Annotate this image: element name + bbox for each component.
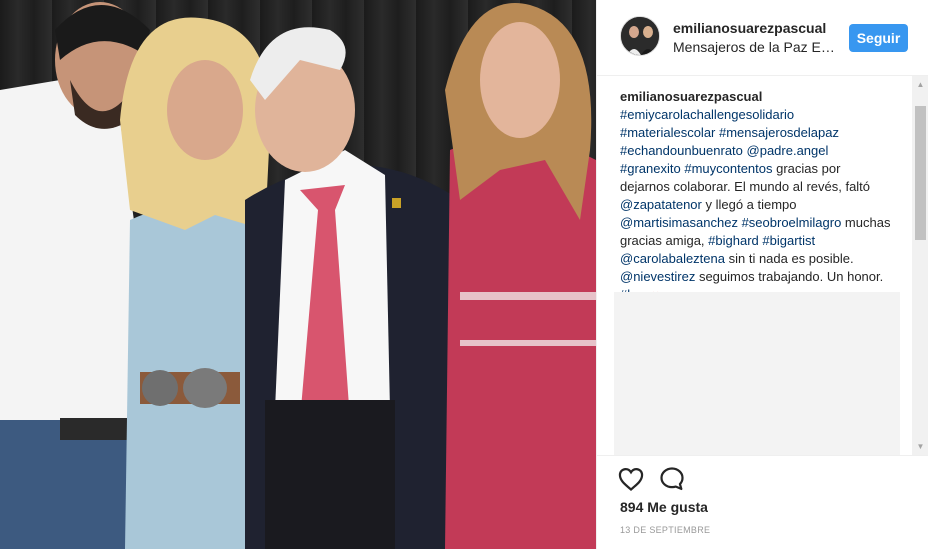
caption-text-segment: y llegó a tiempo (701, 197, 797, 212)
caption-tag-link[interactable]: #granexito (620, 161, 681, 176)
likes-count[interactable]: 894 Me gusta (620, 499, 708, 515)
post-header: emilianosuarezpascual Mensajeros de la P… (597, 0, 928, 76)
caption-text: #emiycarolachallengesolidario #materiale… (620, 107, 890, 302)
comments-placeholder (614, 292, 900, 455)
caption-tag-link[interactable]: @padre.angel (747, 143, 829, 158)
scrollbar-thumb[interactable] (915, 106, 926, 240)
follow-button[interactable]: Seguir (849, 24, 908, 52)
post-actions: 894 Me gusta 13 DE SEPTIEMBRE (597, 455, 928, 549)
heart-outline-icon[interactable] (617, 465, 645, 493)
photo-illustration (0, 2, 596, 549)
caption-tag-link[interactable]: #echandounbuenrato (620, 143, 743, 158)
caption-tag-link[interactable]: #emiycarolachallengesolidario (620, 107, 794, 122)
speech-bubble-icon-graphic (660, 467, 684, 491)
caption-tag-link[interactable]: #seobroelmilagro (742, 215, 842, 230)
caption-username[interactable]: emilianosuarezpascual (620, 89, 762, 104)
caption-tag-link[interactable]: @zapatatenor (620, 197, 702, 212)
caption-tag-link[interactable]: @nievestirez (620, 269, 695, 284)
heart-outline-icon-graphic (618, 467, 644, 491)
post-sidebar: emilianosuarezpascual Mensajeros de la P… (596, 0, 928, 549)
caption-text-segment: sin ti nada es posible. (724, 251, 854, 266)
avatar-image (621, 17, 659, 55)
header-location[interactable]: Mensajeros de la Paz Es... (673, 39, 838, 55)
post-date[interactable]: 13 DE SEPTIEMBRE (620, 525, 710, 535)
caption-tag-link[interactable]: @carolabaleztena (620, 251, 725, 266)
caption-tag-link[interactable]: #materialescolar (620, 125, 715, 140)
comments-area: emilianosuarezpascual #emiycarolachallen… (597, 76, 928, 455)
scroll-up-arrow-icon[interactable]: ▲ (912, 76, 928, 93)
post-photo[interactable] (0, 0, 596, 549)
post-caption: emilianosuarezpascual #emiycarolachallen… (620, 88, 892, 305)
caption-text-segment: seguimos trabajando. Un honor. (695, 269, 884, 284)
speech-bubble-icon[interactable] (658, 465, 686, 493)
caption-tag-link[interactable]: @martisimasanchez (620, 215, 738, 230)
caption-tag-link[interactable]: #bighard (708, 233, 759, 248)
caption-tag-link[interactable]: #muycontentos (684, 161, 772, 176)
header-username[interactable]: emilianosuarezpascual (673, 20, 826, 36)
caption-tag-link[interactable]: #mensajerosdelapaz (719, 125, 839, 140)
scrollbar[interactable]: ▲ ▼ (912, 76, 928, 455)
avatar[interactable] (620, 16, 660, 56)
scroll-down-arrow-icon[interactable]: ▼ (912, 438, 928, 455)
caption-tag-link[interactable]: #bigartist (762, 233, 815, 248)
